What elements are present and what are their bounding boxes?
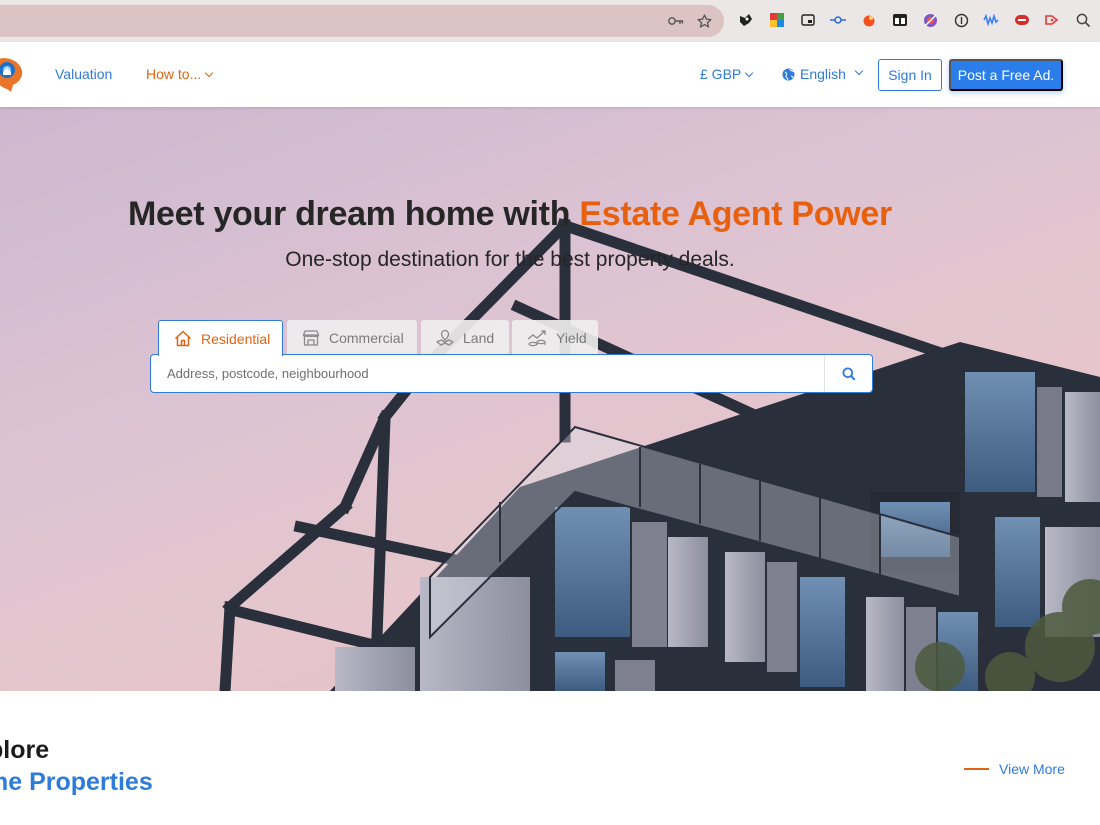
land-pin-icon bbox=[436, 329, 454, 346]
bookmark-star-icon[interactable] bbox=[696, 13, 712, 29]
nav-howto-label: How to... bbox=[146, 66, 202, 82]
currency-dropdown[interactable]: £ GBP bbox=[700, 66, 754, 82]
ext-commit-icon[interactable] bbox=[830, 12, 846, 28]
view-more-link[interactable]: View More bbox=[964, 761, 1065, 777]
explore-heading-line2: me Properties bbox=[0, 768, 153, 796]
nav-valuation[interactable]: Valuation bbox=[55, 66, 112, 82]
tab-yield[interactable]: Yield bbox=[512, 320, 598, 355]
ext-fire-icon[interactable] bbox=[861, 12, 877, 28]
ext-arrow-icon[interactable] bbox=[1044, 12, 1060, 28]
hero-subtitle: One-stop destination for the best proper… bbox=[285, 248, 735, 271]
language-dropdown[interactable]: English bbox=[782, 66, 864, 82]
site-logo[interactable] bbox=[0, 55, 24, 93]
chevron-down-icon bbox=[205, 68, 214, 78]
password-key-icon[interactable] bbox=[668, 13, 684, 29]
ext-puzzle-icon[interactable] bbox=[738, 12, 754, 28]
tab-residential[interactable]: Residential bbox=[158, 320, 283, 356]
explore-heading-line1: plore bbox=[0, 736, 50, 764]
globe-icon bbox=[782, 68, 795, 80]
chevron-down-icon bbox=[745, 68, 754, 78]
search-input[interactable] bbox=[167, 355, 817, 392]
ext-colorgrid-icon[interactable] bbox=[769, 12, 785, 28]
tab-yield-label: Yield bbox=[556, 329, 587, 346]
ext-lastpass-icon[interactable] bbox=[1014, 12, 1030, 28]
ext-wave-icon[interactable] bbox=[983, 12, 999, 28]
sign-in-button[interactable]: Sign In bbox=[878, 59, 942, 91]
ext-circle-icon[interactable] bbox=[953, 12, 969, 28]
property-search-bar bbox=[150, 354, 873, 393]
yield-chart-icon bbox=[527, 329, 546, 346]
language-label: English bbox=[800, 66, 846, 82]
view-more-label: View More bbox=[999, 761, 1065, 777]
ext-tabs-icon[interactable] bbox=[892, 12, 908, 28]
hero-section: Meet your dream home with Estate Agent P… bbox=[0, 107, 1100, 691]
address-bar[interactable] bbox=[0, 5, 724, 37]
ext-blocked-icon[interactable] bbox=[922, 12, 938, 28]
search-icon bbox=[842, 367, 856, 381]
post-free-ad-button[interactable]: Post a Free Ad. bbox=[949, 59, 1063, 91]
site-header: Valuation How to... £ GBP English Sign I… bbox=[0, 42, 1100, 107]
hero-title-prefix: Meet your dream home with bbox=[128, 195, 580, 233]
chevron-down-icon bbox=[854, 66, 864, 76]
ext-pip-icon[interactable] bbox=[800, 12, 816, 28]
hero-title-accent: Estate Agent Power bbox=[579, 195, 892, 233]
search-icon[interactable] bbox=[1075, 12, 1091, 28]
browser-toolbar bbox=[0, 0, 1100, 42]
tab-commercial[interactable]: Commercial bbox=[287, 320, 417, 355]
tab-land[interactable]: Land bbox=[421, 320, 509, 355]
tab-commercial-label: Commercial bbox=[329, 329, 404, 346]
house-icon bbox=[174, 330, 192, 347]
currency-label: £ GBP bbox=[700, 66, 742, 82]
view-more-dash bbox=[964, 768, 989, 770]
tab-residential-label: Residential bbox=[201, 330, 271, 347]
nav-howto-dropdown[interactable]: How to... bbox=[146, 66, 214, 82]
hero-title: Meet your dream home with Estate Agent P… bbox=[0, 195, 1020, 234]
tab-land-label: Land bbox=[463, 329, 495, 346]
shop-icon bbox=[302, 329, 320, 346]
search-button[interactable] bbox=[824, 355, 872, 392]
